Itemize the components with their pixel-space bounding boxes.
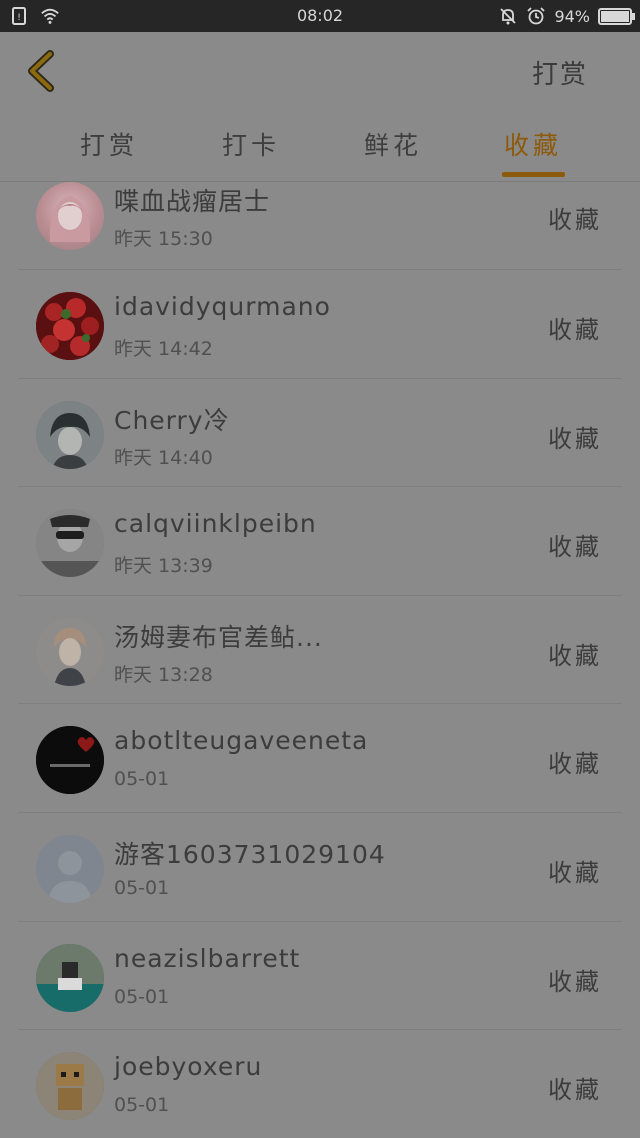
avatar[interactable] — [36, 834, 104, 903]
status-bar: ! 08:02 94% — [0, 0, 640, 32]
user-name: Cherry冷 — [114, 405, 230, 435]
list-item[interactable]: Cherry冷 昨天 14:40 收藏 — [18, 379, 622, 488]
avatar[interactable] — [36, 726, 104, 795]
status-right: 94% — [498, 6, 635, 26]
user-name: idavidyqurmano — [114, 292, 331, 321]
illustrated-man-avatar-image — [36, 617, 104, 686]
man-with-sunglasses-avatar-image — [36, 509, 104, 578]
timestamp: 昨天 13:39 — [114, 555, 213, 578]
list-item[interactable]: 汤姆妻布官差鲇... 昨天 13:28 收藏 — [18, 596, 622, 705]
user-name: 喋血战瘤居士 — [114, 187, 271, 216]
favorite-label: 收藏 — [548, 533, 602, 562]
list-item[interactable]: 喋血战瘤居士 昨天 15:30 收藏 — [18, 182, 622, 270]
avatar[interactable] — [36, 292, 104, 360]
timestamp: 05-01 — [114, 985, 170, 1008]
toy-figure-avatar-image — [36, 943, 104, 1012]
reward-action-button[interactable]: 打赏 — [532, 54, 588, 91]
timestamp: 05-01 — [114, 1094, 170, 1117]
timestamp: 昨天 13:28 — [114, 663, 213, 686]
list-item[interactable]: abotlteugaveeneta 05-01 收藏 — [18, 704, 622, 813]
default-user-icon — [36, 834, 104, 903]
avatar[interactable] — [36, 617, 104, 686]
favorite-label: 收藏 — [548, 641, 602, 670]
header: 打赏 — [0, 32, 640, 110]
user-name: calqviinklpeibn — [114, 509, 317, 539]
battery-icon — [598, 7, 635, 25]
user-name: neazislbarrett — [114, 943, 301, 973]
favorite-label: 收藏 — [548, 858, 602, 887]
red-flowers-avatar-image — [36, 292, 104, 360]
user-name: joebyoxeru — [114, 1052, 263, 1082]
favorite-label: 收藏 — [548, 1076, 602, 1105]
tab-reward[interactable]: 打赏 — [80, 126, 138, 162]
list-item[interactable]: idavidyqurmano 昨天 14:42 收藏 — [18, 270, 622, 379]
alarm-icon — [527, 7, 546, 25]
list-item[interactable]: joebyoxeru 05-01 收藏 — [18, 1030, 622, 1138]
cardboard-robot-avatar-image — [36, 1052, 104, 1121]
avatar[interactable] — [36, 943, 104, 1012]
favorite-label: 收藏 — [548, 316, 602, 344]
user-name: 游客1603731029104 — [114, 839, 386, 869]
avatar[interactable] — [36, 182, 104, 250]
battery-percent: 94% — [554, 6, 590, 26]
chevron-left-icon[interactable] — [24, 50, 60, 92]
list-item[interactable]: 游客1603731029104 05-01 收藏 — [18, 813, 622, 922]
list-item[interactable]: calqviinklpeibn 昨天 13:39 收藏 — [18, 487, 622, 596]
avatar[interactable] — [36, 509, 104, 578]
favorite-label: 收藏 — [548, 967, 602, 996]
favorites-list: 喋血战瘤居士 昨天 15:30 收藏 idavidyqurmano 昨天 14:… — [18, 182, 622, 1138]
timestamp: 05-01 — [114, 768, 170, 791]
timestamp: 昨天 14:40 — [114, 446, 213, 469]
favorite-label: 收藏 — [548, 206, 602, 234]
favorite-label: 收藏 — [548, 424, 602, 453]
timestamp: 05-01 — [114, 876, 170, 899]
timestamp: 昨天 14:42 — [114, 338, 213, 360]
user-name: abotlteugaveeneta — [114, 726, 369, 756]
anime-girl-avatar-image — [49, 196, 91, 242]
avatar[interactable] — [36, 400, 104, 469]
avatar[interactable] — [36, 1052, 104, 1121]
heart-on-black-avatar-image — [36, 726, 104, 795]
mute-bell-icon — [500, 8, 517, 25]
tab-favorites[interactable]: 收藏 — [504, 126, 562, 162]
timestamp: 昨天 15:30 — [114, 228, 213, 250]
user-name: 汤姆妻布官差鲇... — [114, 622, 323, 652]
tab-bar: 打赏 打卡 鲜花 收藏 — [0, 110, 640, 182]
anime-boy-avatar-image — [36, 400, 104, 469]
favorite-label: 收藏 — [548, 750, 602, 779]
tab-checkin[interactable]: 打卡 — [222, 126, 280, 162]
active-tab-indicator — [502, 172, 565, 177]
tab-flowers[interactable]: 鲜花 — [364, 126, 422, 162]
list-item[interactable]: neazislbarrett 05-01 收藏 — [18, 922, 622, 1031]
